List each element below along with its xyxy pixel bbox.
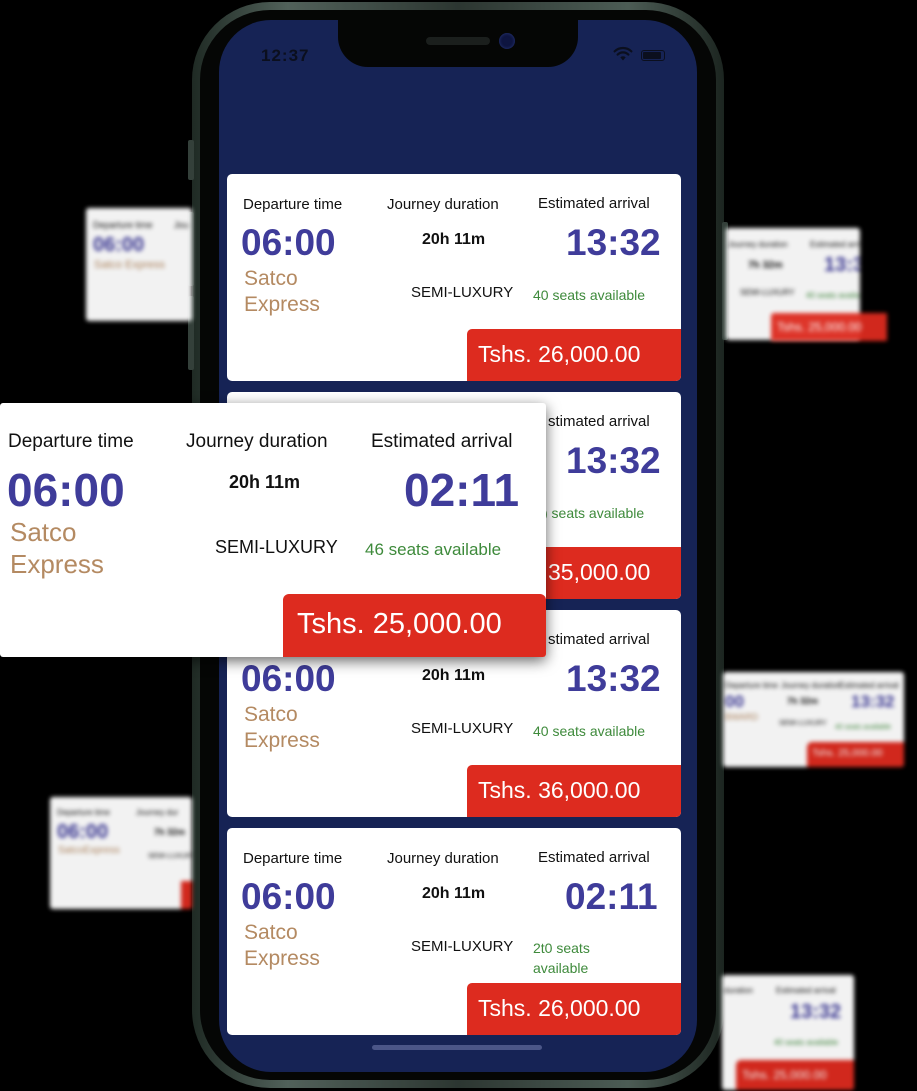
bus-class: SEMI-LUXURY xyxy=(215,537,338,557)
departure-label: Departure time xyxy=(8,431,134,452)
arrival-label: stimated arrival xyxy=(548,413,650,430)
price-button[interactable]: Tshs. 36,000.00 xyxy=(467,765,681,817)
seats-available: 40 seats available xyxy=(835,724,892,731)
duration-label: Journey duration xyxy=(186,431,328,452)
arrival-label: Estimated arrival xyxy=(839,681,899,690)
blurred-trip-card: Departure time Journey duration Estimate… xyxy=(723,672,904,767)
arrival-time: 02:11 xyxy=(565,876,658,917)
departure-time: 06:00 xyxy=(241,658,336,699)
departure-label: Departure time xyxy=(93,220,153,230)
journey-duration: 20h 11m xyxy=(422,231,486,248)
arrival-label: Estimated arrival xyxy=(371,431,513,452)
arrival-time: 13:32 xyxy=(851,692,895,711)
journey-duration: 20h 11m xyxy=(422,667,486,684)
arrival-label: Estimated arrival xyxy=(776,986,836,995)
home-indicator xyxy=(372,1045,542,1050)
seats-available: 40 seats available xyxy=(774,1038,839,1047)
price-button[interactable]: Tshs. 25,000.00 xyxy=(283,594,546,657)
journey-duration: 7h 32m xyxy=(787,696,819,706)
operator-name: Satco Express xyxy=(244,703,320,752)
blurred-trip-card: Departure time Journey dur 06:00 SatcoEx… xyxy=(50,797,192,909)
arrival-time: 13:32 xyxy=(824,254,860,276)
arrival-time: 13:32 xyxy=(566,658,661,699)
departure-time: 06:00 xyxy=(7,464,125,516)
departure-label: Departure time xyxy=(725,681,778,690)
arrival-label: Estimated arrival xyxy=(538,195,650,212)
status-time: 12:37 xyxy=(261,46,310,65)
front-camera-icon xyxy=(499,33,515,49)
bus-class: SEMI-LUXURY xyxy=(411,284,514,301)
departure-time: 06:00 xyxy=(57,821,109,843)
speaker-grille xyxy=(426,37,490,45)
journey-duration: 7h 32m xyxy=(748,260,783,271)
departure-time: 06:00 xyxy=(93,234,145,256)
arrival-label: Estimated arrival xyxy=(810,240,860,249)
journey-duration: 20h 11m xyxy=(229,472,301,492)
price-button[interactable]: Tshs. 26,000.00 xyxy=(467,983,681,1035)
blurred-price-tag: Tshs. 25,000.00 xyxy=(771,313,887,341)
departure-time: 00 xyxy=(725,692,744,711)
seats-available: 46 seats available xyxy=(365,540,502,559)
duration-label: Jou xyxy=(174,220,189,230)
duration-label: Journey duration xyxy=(387,196,499,213)
price: Tshs. 25,000.00 xyxy=(736,1060,854,1090)
seats-available: 2t0 seats available xyxy=(533,940,590,976)
seats-available: 40 seats available xyxy=(533,723,646,739)
price: Tshs. 25,000.00 xyxy=(777,320,862,334)
arrival-label: Estimated arrival xyxy=(538,849,650,866)
bus-class: SEMI-LUXURY xyxy=(148,853,192,860)
seats-available: ) seats available xyxy=(543,505,645,521)
bus-class: SEMI-LUXURY xyxy=(740,288,795,297)
arrival-time: 13:32 xyxy=(566,222,661,263)
blurred-trip-card: duration Estimated arrival 13:32 40 seat… xyxy=(722,975,854,1090)
price-tag-edge xyxy=(181,881,192,909)
blurred-trip-card: Departure time Jou 06:00 Satco Express xyxy=(86,208,192,321)
seats-available: 40 seats available xyxy=(533,287,646,303)
trip-card[interactable]: Departure time Journey duration Estimate… xyxy=(227,174,681,381)
arrival-label: stimated arrival xyxy=(548,631,650,648)
price: Tshs. 25,000.00 xyxy=(807,742,904,767)
operator-name: Satco Express xyxy=(94,259,165,271)
departure-time: 06:00 xyxy=(241,222,336,263)
departure-label: Departure time xyxy=(57,808,110,817)
departure-time: 06:00 xyxy=(241,876,336,917)
price-button[interactable]: Tshs. 26,000.00 xyxy=(467,329,681,381)
duration-label: duration xyxy=(724,986,753,995)
operator-name: BWARD xyxy=(725,712,759,722)
bus-class: SEMI-LUXURY xyxy=(411,938,514,955)
battery-icon xyxy=(641,50,665,61)
journey-duration: 7h 32m xyxy=(154,827,186,837)
operator-name: Satco Express xyxy=(244,267,320,316)
bus-class: SEMI-LUXURY xyxy=(411,720,514,737)
mute-switch xyxy=(188,140,194,180)
journey-duration: 20h 11m xyxy=(422,885,486,902)
featured-trip-card[interactable]: Departure time Journey duration Estimate… xyxy=(0,403,546,657)
arrival-time: 02:11 xyxy=(404,464,520,516)
arrival-time: 13:32 xyxy=(790,1001,842,1023)
departure-label: Departure time xyxy=(243,850,343,867)
bus-class: SEMI-LUXURY xyxy=(779,720,827,727)
duration-label: Journey dur xyxy=(136,808,179,817)
wifi-icon xyxy=(613,46,633,61)
departure-label: Departure time xyxy=(243,196,343,213)
duration-label: Journey duration xyxy=(781,681,841,690)
operator-name: Satco Express xyxy=(10,517,104,579)
seats-available: 40 seats available xyxy=(806,291,860,300)
trip-card[interactable]: Departure time Journey duration Estimate… xyxy=(227,828,681,1035)
duration-label: Journey duration xyxy=(387,850,499,867)
operator-name: Satco Express xyxy=(244,921,320,970)
duration-label: Journey duration xyxy=(728,240,788,249)
arrival-time: 13:32 xyxy=(566,440,661,481)
